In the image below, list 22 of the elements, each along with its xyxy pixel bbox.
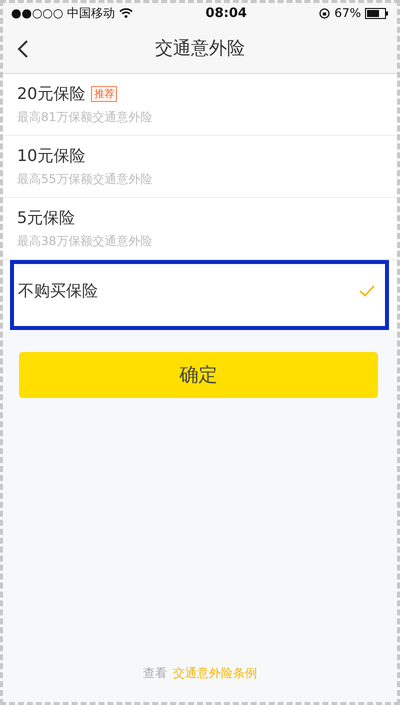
carrier-name: ●●○○○ 中国移动 <box>11 4 116 22</box>
page-title: 交通意外险 <box>155 37 245 60</box>
battery-percent: 67% <box>334 6 361 20</box>
insurance-option[interactable]: 5元保险 最高38万保额交通意外险 <box>3 198 397 260</box>
option-description: 最高38万保额交通意外险 <box>17 232 154 250</box>
rotation-lock-icon <box>319 8 330 18</box>
insurance-option[interactable]: 10元保险 最高55万保额交通意外险 <box>3 136 397 198</box>
option-description: 最高55万保额交通意外险 <box>17 170 154 188</box>
insurance-option[interactable]: 不购买保险 <box>10 260 389 330</box>
option-title: 10元保险 <box>17 146 86 166</box>
option-title: 不购买保险 <box>18 280 98 302</box>
recommend-badge: 推荐 <box>91 86 118 102</box>
confirm-button[interactable]: 确定 <box>19 352 378 398</box>
clock-time: 08:04 <box>206 6 247 20</box>
checkmark-icon <box>359 285 375 297</box>
option-title: 20元保险 <box>17 84 86 104</box>
footer-label: 查看 <box>143 666 167 680</box>
wifi-icon <box>119 8 134 18</box>
option-description: 最高81万保额交通意外险 <box>17 108 154 126</box>
option-title: 5元保险 <box>17 208 76 228</box>
insurance-option[interactable]: 20元保险 推荐 最高81万保额交通意外险 <box>3 74 397 136</box>
battery-icon <box>364 8 389 18</box>
